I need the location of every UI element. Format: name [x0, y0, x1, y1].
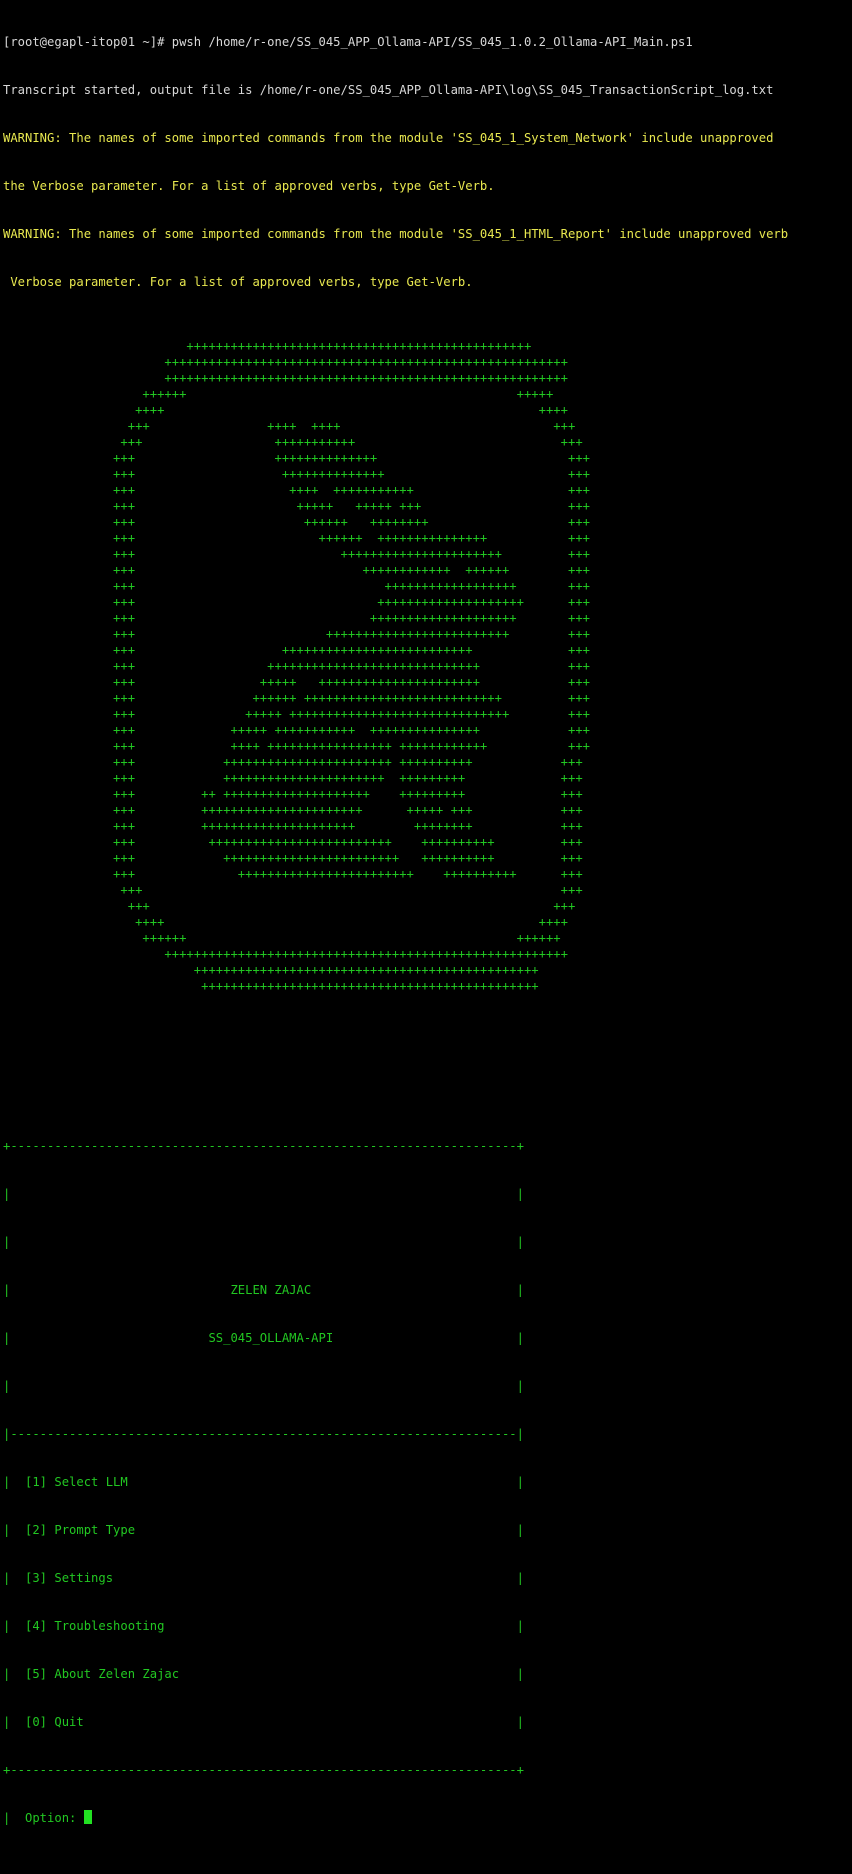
menu-subtitle: | SS_045_OLLAMA-API |: [3, 1331, 524, 1345]
logo-art-line: +++ ++++++ +++++++++++++++ +++: [3, 531, 590, 545]
logo-art-line: ++++++++++++++++++++++++++++++++++++++++…: [3, 947, 568, 961]
menu-blank-line: | |: [3, 1235, 524, 1249]
transcript-line: Transcript started, output file is /home…: [3, 83, 774, 97]
logo-art-line: +++ ++++++++++++++++++++++++++ +++: [3, 643, 590, 657]
logo-art-line: ++++++++++++++++++++++++++++++++++++++++…: [3, 963, 539, 977]
menu-blank-line: | |: [3, 1379, 524, 1393]
logo-art-line: ++++ ++++: [3, 403, 568, 417]
logo-art-line: +++ ++ ++++++++++++++++++++ +++++++++ ++…: [3, 787, 583, 801]
logo-art-line: +++ +++: [3, 883, 583, 897]
command-line: [root@egapl-itop01 ~]# pwsh /home/r-one/…: [3, 35, 693, 49]
logo-art-line: +++ +++++ ++++++++++++++++++++++ +++: [3, 675, 590, 689]
menu-border-top: +---------------------------------------…: [3, 1139, 524, 1153]
menu-item-prompt-type: | [2] Prompt Type |: [3, 1523, 524, 1537]
logo-art-line: ++++++ +++++: [3, 387, 554, 401]
option-prompt-line[interactable]: | Option:: [3, 1810, 852, 1826]
logo-art-line: +++ ++++++++++++++++++++++ +++: [3, 547, 590, 561]
logo-art-line: +++ ++++++++++++++++++++ +++: [3, 595, 590, 609]
menu-item-troubleshooting: | [4] Troubleshooting |: [3, 1619, 524, 1633]
menu-item-quit: | [0] Quit |: [3, 1715, 524, 1729]
logo-art-line: +++ +++++++++++++++++++++++++++++ +++: [3, 659, 590, 673]
logo-art-line: +++ +++++++++++++++++++++++++ ++++++++++…: [3, 835, 583, 849]
logo-art-line: ++++++++++++++++++++++++++++++++++++++++…: [3, 371, 568, 385]
logo-art-line: +++ ++++++++++++++ +++: [3, 467, 590, 481]
logo-art-line: ++++++++++++++++++++++++++++++++++++++++…: [3, 355, 568, 369]
ascii-logo: ++++++++++++++++++++++++++++++++++++++++…: [3, 338, 852, 994]
logo-art-line: +++ ++++++++++++++++++++++++ ++++++++++ …: [3, 867, 583, 881]
logo-art-line: ++++++++++++++++++++++++++++++++++++++++…: [3, 339, 532, 353]
logo-art-line: +++ +++++++++++ +++: [3, 435, 583, 449]
logo-art-line: +++ ++++ ++++ +++: [3, 419, 576, 433]
logo-art-line: ++++++ ++++++: [3, 931, 561, 945]
menu-title: | ZELEN ZAJAC |: [3, 1283, 524, 1297]
logo-art-line: +++ ++++++++++++ ++++++ +++: [3, 563, 590, 577]
logo-art-line: +++ +++++ +++++ +++ +++: [3, 499, 590, 513]
logo-art-line: +++ ++++++++++++++++++ +++: [3, 579, 590, 593]
logo-art-line: +++ ++++++ +++++++++++++++++++++++++++ +…: [3, 691, 590, 705]
logo-art-line: +++ +++++++++++++++++++++++ ++++++++++ +…: [3, 755, 583, 769]
text-cursor[interactable]: [83, 1810, 92, 1824]
warning-line: WARNING: The names of some imported comm…: [3, 227, 789, 241]
logo-art-line: +++ +++++++++++++++++++++ ++++++++ +++: [3, 819, 583, 833]
menu-item-select-llm: | [1] Select LLM |: [3, 1475, 524, 1489]
menu-blank-line: | |: [3, 1187, 524, 1201]
logo-art-line: +++ +++: [3, 899, 576, 913]
logo-art-line: +++ ++++++++++++++++++++++ +++++ +++ +++: [3, 803, 583, 817]
menu-divider: |---------------------------------------…: [3, 1427, 524, 1441]
logo-art-line: +++ ++++++++++++++ +++: [3, 451, 590, 465]
logo-art-line: ++++ ++++: [3, 915, 568, 929]
warning-line: the Verbose parameter. For a list of app…: [3, 179, 495, 193]
option-prompt: | Option:: [3, 1811, 84, 1825]
logo-art-line: +++ +++++ +++++++++++ +++++++++++++++ ++…: [3, 723, 590, 737]
menu-border-bottom: +---------------------------------------…: [3, 1763, 524, 1777]
logo-art-line: ++++++++++++++++++++++++++++++++++++++++…: [3, 979, 539, 993]
logo-art-line: +++ ++++++ ++++++++ +++: [3, 515, 590, 529]
logo-art-line: +++ ++++++++++++++++++++++ +++++++++ +++: [3, 771, 583, 785]
menu-item-about: | [5] About Zelen Zajac |: [3, 1667, 524, 1681]
logo-art-line: +++ +++++++++++++++++++++++++ +++: [3, 627, 590, 641]
menu-item-settings: | [3] Settings |: [3, 1571, 524, 1585]
logo-art-line: +++ +++++ ++++++++++++++++++++++++++++++…: [3, 707, 590, 721]
warning-line: Verbose parameter. For a list of approve…: [3, 275, 473, 289]
logo-art-line: +++ ++++ +++++++++++++++++ ++++++++++++ …: [3, 739, 590, 753]
warning-line: WARNING: The names of some imported comm…: [3, 131, 774, 145]
logo-art-line: +++ ++++++++++++++++++++++++ ++++++++++ …: [3, 851, 583, 865]
logo-art-line: +++ ++++++++++++++++++++ +++: [3, 611, 590, 625]
terminal-output[interactable]: [root@egapl-itop01 ~]# pwsh /home/r-one/…: [3, 2, 852, 1874]
main-menu: +---------------------------------------…: [3, 1106, 852, 1858]
logo-art-line: +++ ++++ +++++++++++ +++: [3, 483, 590, 497]
